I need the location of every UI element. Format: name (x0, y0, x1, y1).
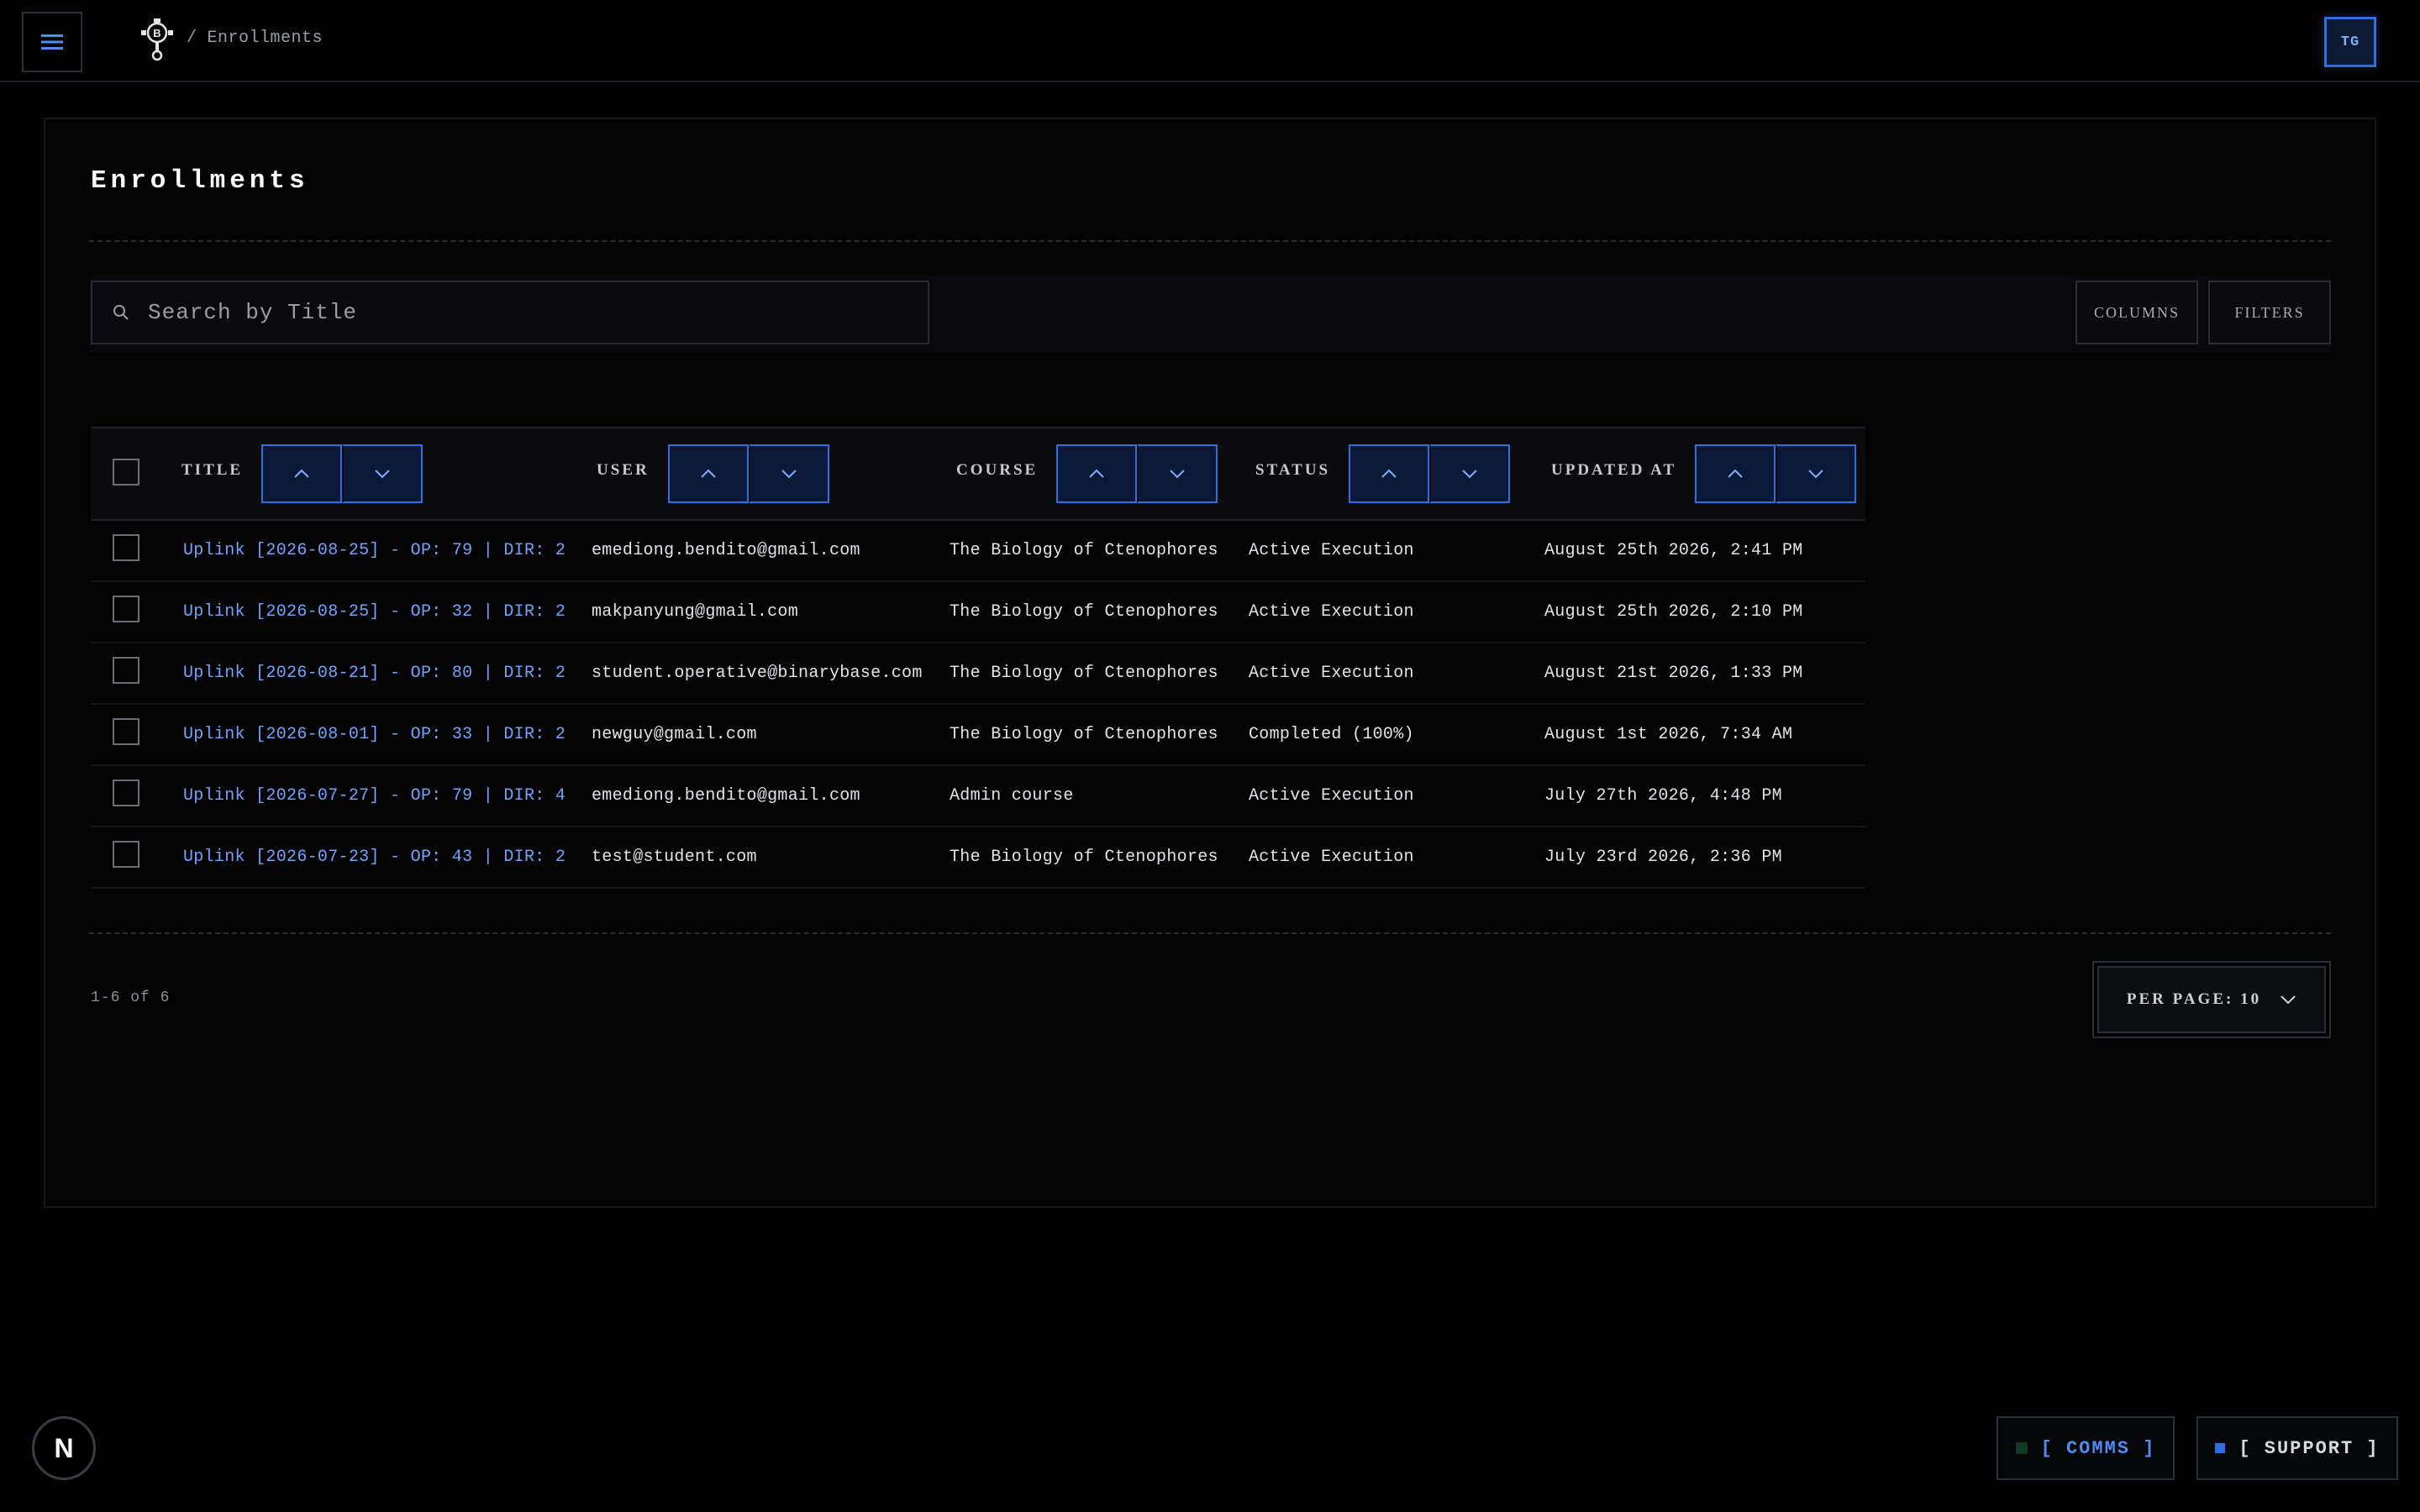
row-course: The Biology of Ctenophores (950, 541, 1218, 560)
title-divider (89, 240, 2331, 242)
table-row[interactable]: Uplink [2026-07-27] - OP: 79 | DIR: 4 em… (91, 765, 1865, 827)
n-badge[interactable]: N (32, 1416, 96, 1480)
row-checkbox[interactable] (113, 841, 139, 868)
sort-course-desc-button[interactable] (1137, 444, 1218, 503)
page-title: Enrollments (91, 166, 309, 196)
breadcrumb-current[interactable]: Enrollments (208, 29, 324, 48)
robot-logo-icon[interactable]: B (138, 18, 176, 64)
column-header-course: COURSE (956, 461, 1039, 479)
row-updated-at: August 25th 2026, 2:10 PM (1544, 602, 1803, 622)
search-icon (113, 305, 129, 320)
sort-status-asc-button[interactable] (1349, 444, 1430, 503)
table-row[interactable]: Uplink [2026-08-25] - OP: 79 | DIR: 2 em… (91, 520, 1865, 581)
table-row[interactable]: Uplink [2026-08-21] - OP: 80 | DIR: 2 st… (91, 643, 1865, 704)
table-row[interactable]: Uplink [2026-08-25] - OP: 32 | DIR: 2 ma… (91, 581, 1865, 643)
svg-text:B: B (153, 27, 160, 39)
sort-title-desc-button[interactable] (342, 444, 424, 503)
user-avatar[interactable]: TG (2324, 17, 2376, 67)
chevron-up-icon (1728, 469, 1743, 478)
search-box (91, 281, 929, 344)
enrollments-table: TITLE USER COURSE STATUS UPDATED AT Upli… (91, 427, 1865, 889)
search-input[interactable] (148, 300, 887, 325)
row-user: student.operative@binarybase.com (592, 664, 923, 683)
row-status: Active Execution (1249, 602, 1414, 622)
row-updated-at: July 27th 2026, 4:48 PM (1544, 786, 1782, 806)
table-header-row: TITLE USER COURSE STATUS UPDATED AT (91, 428, 1865, 520)
columns-button[interactable]: COLUMNS (2075, 281, 2198, 344)
sort-title-asc-button[interactable] (261, 444, 343, 503)
breadcrumb: / Enrollments (187, 29, 323, 48)
row-checkbox[interactable] (113, 596, 139, 622)
comms-label: [ COMMS ] (2040, 1437, 2156, 1459)
column-header-status: STATUS (1255, 461, 1331, 479)
row-title-link[interactable]: Uplink [2026-07-27] - OP: 79 | DIR: 4 (183, 765, 592, 827)
chevron-down-icon (781, 470, 797, 479)
table-row[interactable]: Uplink [2026-07-23] - OP: 43 | DIR: 2 te… (91, 827, 1865, 888)
row-course: Admin course (950, 786, 1074, 806)
row-updated-at: July 23rd 2026, 2:36 PM (1544, 848, 1782, 867)
per-page-select[interactable]: PER PAGE: 10 (2092, 961, 2331, 1038)
row-updated-at: August 1st 2026, 7:34 AM (1544, 725, 1793, 744)
row-checkbox[interactable] (113, 718, 139, 745)
row-course: The Biology of Ctenophores (950, 725, 1218, 744)
row-title-link[interactable]: Uplink [2026-08-01] - OP: 33 | DIR: 2 (183, 704, 592, 765)
chevron-down-icon (1808, 470, 1823, 479)
column-header-user: USER (597, 461, 650, 479)
support-label: [ SUPPORT ] (2238, 1437, 2380, 1459)
row-status: Active Execution (1249, 664, 1414, 683)
row-course: The Biology of Ctenophores (950, 602, 1218, 622)
top-bar: B / Enrollments TG (0, 0, 2420, 82)
hamburger-icon (41, 34, 63, 50)
breadcrumb-separator: / (187, 29, 197, 48)
row-updated-at: August 21st 2026, 1:33 PM (1544, 664, 1803, 683)
column-header-updated-at: UPDATED AT (1551, 461, 1677, 479)
pagination-range: 1-6 of 6 (91, 990, 171, 1006)
column-header-title: TITLE (182, 461, 244, 479)
row-status: Active Execution (1249, 848, 1414, 867)
sort-updated-asc-button[interactable] (1695, 444, 1776, 503)
table-row[interactable]: Uplink [2026-08-01] - OP: 33 | DIR: 2 ne… (91, 704, 1865, 765)
sort-user-desc-button[interactable] (748, 444, 829, 503)
chevron-up-icon (294, 469, 309, 478)
row-course: The Biology of Ctenophores (950, 664, 1218, 683)
menu-button[interactable] (22, 12, 82, 72)
chevron-down-icon (1170, 470, 1185, 479)
row-title-link[interactable]: Uplink [2026-08-21] - OP: 80 | DIR: 2 (183, 643, 592, 704)
sort-status-desc-button[interactable] (1429, 444, 1511, 503)
row-title-link[interactable]: Uplink [2026-08-25] - OP: 32 | DIR: 2 (183, 581, 592, 643)
filters-button[interactable]: FILTERS (2208, 281, 2331, 344)
row-title-link[interactable]: Uplink [2026-07-23] - OP: 43 | DIR: 2 (183, 827, 592, 888)
row-status: Active Execution (1249, 541, 1414, 560)
chevron-up-icon (700, 469, 716, 478)
per-page-label: PER PAGE: 10 (2126, 990, 2262, 1008)
row-title-link[interactable]: Uplink [2026-08-25] - OP: 79 | DIR: 2 (183, 520, 592, 581)
sort-course-asc-button[interactable] (1056, 444, 1138, 503)
row-status: Active Execution (1249, 786, 1414, 806)
select-all-checkbox[interactable] (113, 458, 139, 486)
support-status-icon (2215, 1443, 2226, 1453)
sort-user-asc-button[interactable] (667, 444, 749, 503)
row-course: The Biology of Ctenophores (950, 848, 1218, 867)
row-status: Completed (100%) (1249, 725, 1414, 744)
support-button[interactable]: [ SUPPORT ] (2196, 1416, 2398, 1480)
chevron-down-icon (1462, 470, 1477, 479)
row-user: makpanyung@gmail.com (592, 602, 799, 622)
row-user: emediong.bendito@gmail.com (592, 786, 860, 806)
row-checkbox[interactable] (113, 657, 139, 684)
chevron-up-icon (1381, 469, 1397, 478)
chevron-up-icon (1089, 469, 1104, 478)
chevron-down-icon (375, 470, 390, 479)
comms-status-icon (2015, 1442, 2028, 1454)
row-user: test@student.com (592, 848, 757, 867)
row-user: newguy@gmail.com (592, 725, 757, 744)
row-checkbox[interactable] (113, 534, 139, 561)
enrollments-panel: Enrollments COLUMNS FILTERS TITLE (44, 118, 2376, 1208)
row-user: emediong.bendito@gmail.com (592, 541, 860, 560)
comms-button[interactable]: [ COMMS ] (1996, 1416, 2175, 1480)
row-updated-at: August 25th 2026, 2:41 PM (1544, 541, 1803, 560)
chevron-down-icon (2281, 995, 2296, 1005)
row-checkbox[interactable] (113, 780, 139, 806)
table-divider (89, 932, 2331, 934)
sort-updated-desc-button[interactable] (1776, 444, 1857, 503)
